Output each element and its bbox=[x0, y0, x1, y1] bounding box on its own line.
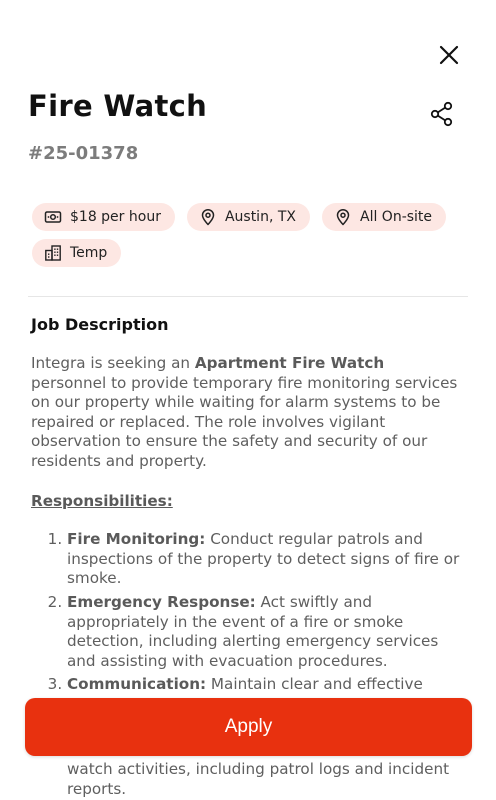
share-button[interactable] bbox=[428, 100, 456, 128]
employment-type-chip: Temp bbox=[32, 239, 122, 267]
pay-rate-label: $18 per hour bbox=[70, 209, 161, 225]
location-pin-icon bbox=[336, 209, 350, 226]
list-item-title: Communication: bbox=[67, 675, 207, 694]
intro-highlight: Apartment Fire Watch bbox=[194, 354, 385, 372]
continued-description-text: watch activities, including patrol logs … bbox=[67, 760, 450, 798]
intro-paragraph: Integra is seeking an Apartment Fire Wat… bbox=[31, 354, 461, 472]
location-chip: Austin, TX bbox=[186, 203, 310, 231]
apply-button[interactable]: Apply bbox=[25, 698, 472, 756]
pay-rate-chip: $18 per hour bbox=[32, 203, 175, 231]
list-item: Communication: Maintain clear and effect… bbox=[67, 675, 461, 695]
list-item-text: Maintain clear and effective bbox=[206, 675, 423, 694]
intro-text-end: personnel to provide temporary fire moni… bbox=[31, 373, 458, 470]
location-pin-icon bbox=[201, 209, 215, 226]
cash-icon bbox=[44, 211, 62, 223]
responsibilities-heading: Responsibilities: bbox=[31, 491, 173, 510]
intro-text-start: Integra is seeking an bbox=[31, 354, 195, 372]
list-item: Fire Monitoring: Conduct regular patrols… bbox=[67, 530, 461, 589]
responsibilities-list: Fire Monitoring: Conduct regular patrols… bbox=[31, 530, 461, 695]
work-mode-chip: All On-site bbox=[322, 203, 447, 231]
close-button[interactable] bbox=[434, 40, 464, 70]
close-icon bbox=[439, 45, 459, 65]
list-item-title: Emergency Response: bbox=[67, 592, 256, 611]
job-description-heading: Job Description bbox=[31, 315, 169, 334]
share-icon bbox=[430, 101, 453, 127]
list-item: Emergency Response: Act swiftly and appr… bbox=[67, 593, 461, 671]
location-label: Austin, TX bbox=[224, 209, 296, 225]
job-title: Fire Watch bbox=[28, 89, 208, 123]
job-tags: $18 per hour Austin, TX All On-site Temp bbox=[32, 203, 452, 267]
list-item-title: Fire Monitoring: bbox=[67, 530, 206, 549]
building-icon bbox=[45, 245, 61, 261]
job-id: #25-01378 bbox=[28, 143, 139, 164]
work-mode-label: All On-site bbox=[360, 209, 433, 225]
divider bbox=[28, 296, 468, 297]
job-description-body: Integra is seeking an Apartment Fire Wat… bbox=[31, 354, 461, 699]
employment-type-label: Temp bbox=[70, 245, 108, 261]
